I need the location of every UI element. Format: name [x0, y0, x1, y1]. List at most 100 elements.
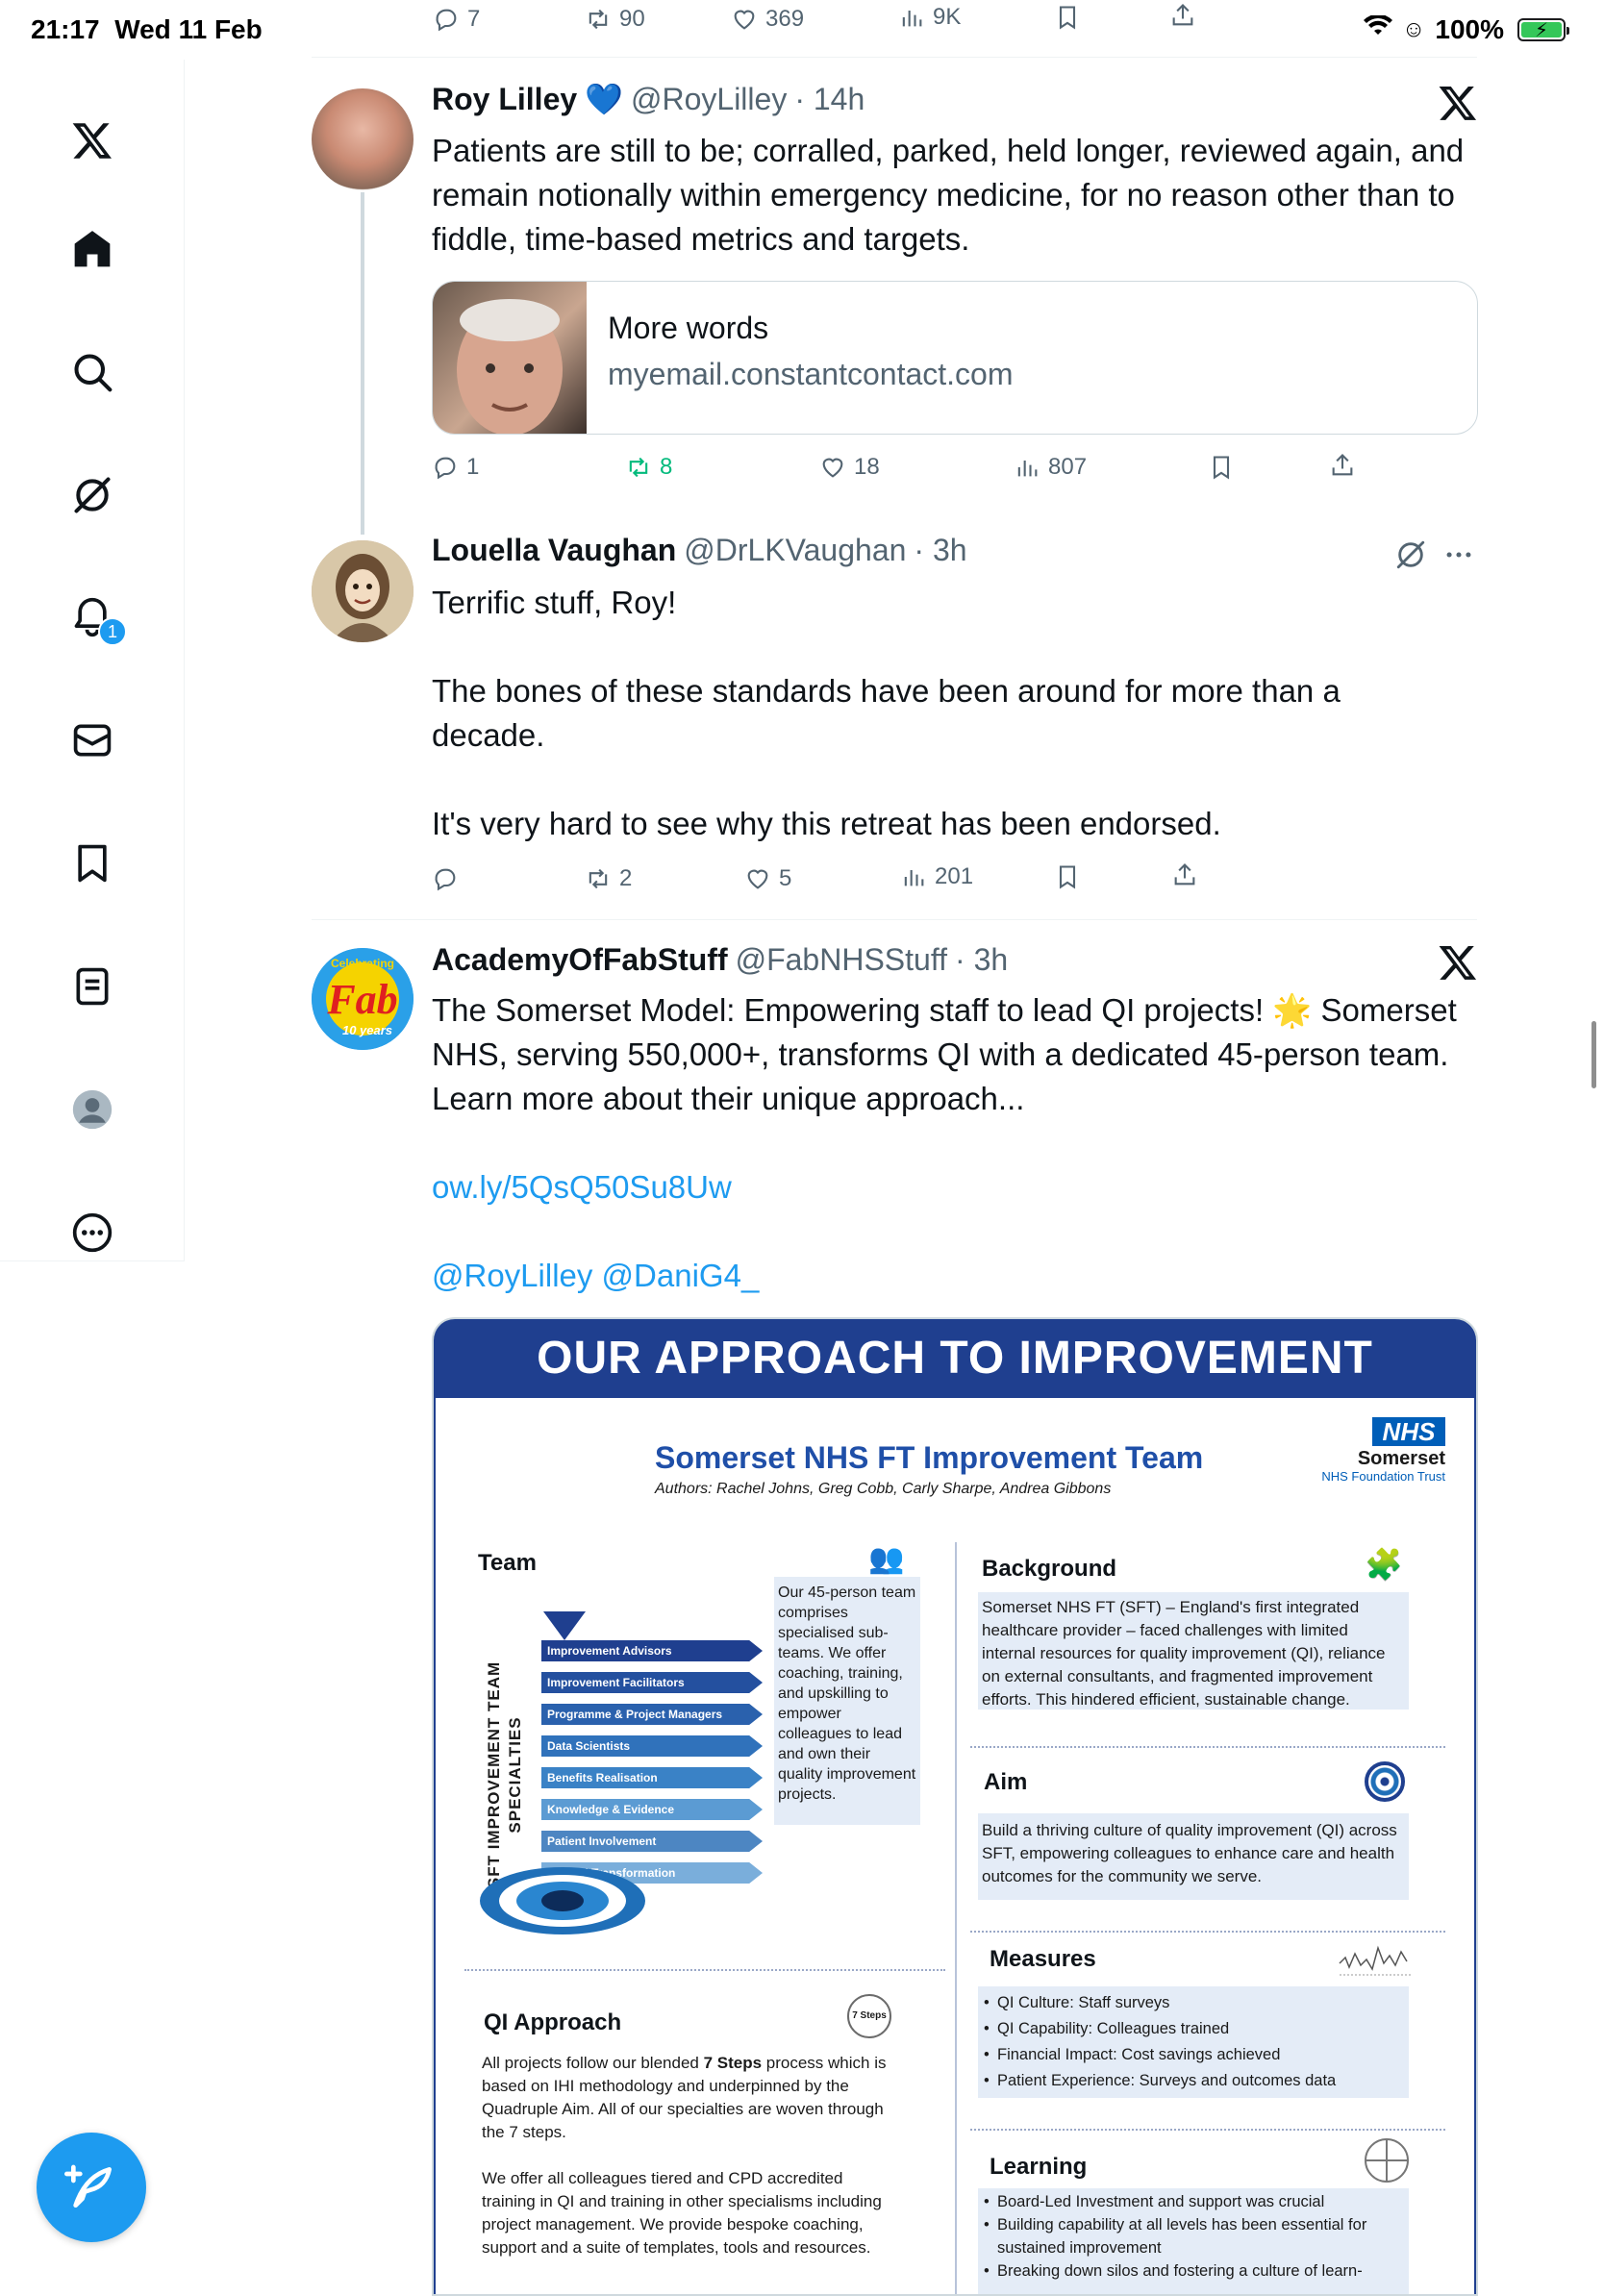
- display-name[interactable]: Louella Vaughan: [432, 533, 676, 568]
- bookmark-button[interactable]: [1054, 4, 1081, 31]
- background-text: Somerset NHS FT (SFT) – England's first …: [982, 1598, 1386, 1709]
- share-button[interactable]: [1169, 2, 1196, 29]
- avatar-louella-vaughan[interactable]: [312, 540, 414, 642]
- repost-button[interactable]: 2: [585, 865, 632, 892]
- views-icon: [902, 11, 922, 27]
- aim-text: Build a thriving culture of quality impr…: [982, 1821, 1397, 1885]
- qi-approach-para2: We offer all colleagues tiered and CPD a…: [482, 2169, 882, 2257]
- search-icon[interactable]: [62, 341, 123, 403]
- run-chart-icon: [1338, 1940, 1413, 1984]
- specialty-ribbon: Improvement Facilitators: [541, 1672, 763, 1693]
- tweet-mentions[interactable]: @RoyLilley @DaniG4_: [432, 1254, 1480, 1298]
- heart-icon: [747, 869, 768, 889]
- more-icon[interactable]: [62, 1202, 123, 1263]
- grok-icon[interactable]: [62, 464, 123, 526]
- measures-heading: Measures: [990, 1946, 1096, 1972]
- poster-column-divider: [955, 1542, 957, 2294]
- bookmark-icon: [1059, 6, 1076, 30]
- aim-box: Build a thriving culture of quality impr…: [978, 1813, 1409, 1900]
- learning-box: Board-Led Investment and support was cru…: [978, 2188, 1409, 2294]
- bookmark-button[interactable]: [1208, 454, 1235, 481]
- share-button[interactable]: [1329, 452, 1356, 479]
- handle[interactable]: @RoyLilley: [631, 82, 787, 117]
- tweet-paragraph: The bones of these standards have been a…: [432, 673, 1341, 753]
- sidebar: 1: [0, 60, 185, 1261]
- tweet-text: The Somerset Model: Empowering staff to …: [432, 988, 1480, 1298]
- views-count: 9K: [933, 4, 962, 30]
- display-name[interactable]: AcademyOfFabStuff: [432, 942, 728, 978]
- qi-approach-para1: All projects follow our blended 7 Steps …: [482, 2054, 887, 2141]
- repost-icon: [589, 9, 608, 30]
- poster-header: OUR APPROACH TO IMPROVEMENT: [434, 1319, 1476, 1398]
- like-count: 18: [854, 454, 880, 480]
- views-button[interactable]: 9K: [898, 4, 961, 31]
- bookmarks-icon[interactable]: [62, 833, 123, 894]
- reply-button[interactable]: [432, 865, 466, 892]
- timestamp[interactable]: · 3h: [914, 533, 966, 568]
- avatar-academy-of-fab-stuff[interactable]: Celebrating Fab 10 years: [312, 948, 414, 1050]
- messages-icon[interactable]: [62, 710, 123, 771]
- bookmark-button[interactable]: [1054, 863, 1081, 890]
- repost-button[interactable]: 90: [585, 6, 645, 33]
- link-card[interactable]: More words myemail.constantcontact.com: [432, 281, 1478, 435]
- previous-tweet-actions: 7 90 369 9K: [312, 0, 1477, 58]
- handle[interactable]: @FabNHSStuff: [736, 942, 947, 978]
- avatar-text-line1: Celebrating: [331, 957, 394, 970]
- display-name[interactable]: Roy Lilley: [432, 82, 577, 117]
- like-button[interactable]: 5: [744, 865, 791, 892]
- compose-icon: [64, 2164, 112, 2208]
- seven-steps-badge: 7 Steps: [847, 1994, 891, 2038]
- repost-icon: [589, 868, 608, 889]
- timestamp[interactable]: · 14h: [794, 82, 865, 117]
- reply-button[interactable]: 1: [432, 454, 479, 481]
- qi-approach-heading: QI Approach: [484, 2009, 622, 2035]
- target-icon: [480, 1867, 645, 1934]
- repost-button[interactable]: 8: [625, 454, 672, 481]
- grok-icon[interactable]: [1394, 538, 1427, 576]
- reply-count: 1: [466, 454, 480, 480]
- more-options-icon[interactable]: [1442, 538, 1475, 576]
- thread-line: [361, 192, 364, 535]
- specialty-ribbon: Patient Involvement: [541, 1831, 763, 1852]
- share-icon: [1172, 4, 1193, 26]
- section-divider: [970, 1931, 1445, 1933]
- team-people-icon: 👥: [868, 1543, 905, 1575]
- like-count: 369: [765, 6, 805, 32]
- timestamp[interactable]: · 3h: [955, 942, 1008, 978]
- reply-count: 7: [467, 6, 481, 32]
- specialty-ribbon: Benefits Realisation: [541, 1767, 763, 1788]
- tweet-paragraph: Terrific stuff, Roy!: [432, 585, 677, 620]
- tweet-image-poster[interactable]: OUR APPROACH TO IMPROVEMENT NHS Somerset…: [432, 1317, 1478, 2296]
- tweet-link[interactable]: ow.ly/5QsQ50Su8Uw: [432, 1165, 1480, 1210]
- like-button[interactable]: 369: [731, 6, 804, 33]
- views-button[interactable]: 807: [1014, 454, 1087, 481]
- battery-icon: ⚡: [1517, 18, 1569, 41]
- views-button[interactable]: 201: [900, 863, 973, 890]
- section-divider: [970, 1746, 1445, 1748]
- repost-count: 90: [619, 6, 645, 32]
- tweet-paragraph: The Somerset Model: Empowering staff to …: [432, 992, 1457, 1116]
- like-button[interactable]: 18: [819, 454, 880, 481]
- x-logo-icon[interactable]: [62, 110, 123, 171]
- aim-heading: Aim: [984, 1769, 1028, 1795]
- card-thumbnail: [433, 282, 587, 434]
- measures-box: QI Culture: Staff surveys QI Capability:…: [978, 1986, 1409, 2098]
- tweet-header-roy: Roy Lilley 💙 @RoyLilley · 14h: [432, 81, 865, 117]
- verified-heart-icon: 💙: [585, 82, 623, 116]
- reply-button[interactable]: 7: [433, 6, 480, 33]
- home-icon[interactable]: [62, 218, 123, 280]
- reply-icon: [435, 457, 456, 480]
- reply-icon: [435, 868, 456, 891]
- profile-icon[interactable]: [62, 1079, 123, 1140]
- scrollbar[interactable]: [1591, 1021, 1596, 1088]
- x-source-icon: [1438, 83, 1478, 123]
- avatar-roy-lilley[interactable]: [312, 88, 414, 190]
- measures-item: QI Culture: Staff surveys: [982, 1990, 1405, 2016]
- bookmark-icon: [1059, 865, 1076, 889]
- share-button[interactable]: [1171, 861, 1198, 888]
- lists-icon[interactable]: [62, 956, 123, 1017]
- specialty-ribbon: Programme & Project Managers: [541, 1704, 763, 1725]
- poster-authors: Authors: Rachel Johns, Greg Cobb, Carly …: [655, 1481, 1112, 1497]
- handle[interactable]: @DrLKVaughan: [684, 533, 906, 568]
- compose-button[interactable]: [37, 2133, 146, 2242]
